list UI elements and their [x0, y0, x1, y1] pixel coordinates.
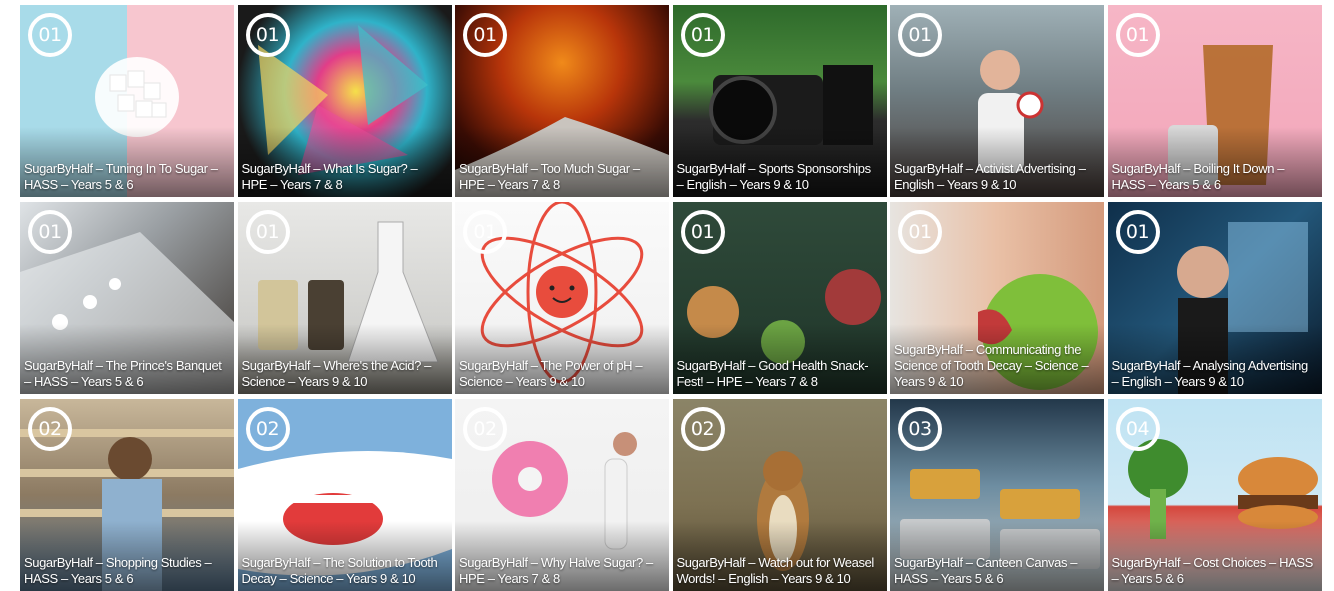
lesson-title[interactable]: SugarByHalf – The Power of pH – Science … [459, 358, 663, 390]
lesson-number-badge: 01 [1115, 13, 1160, 57]
lesson-tile[interactable]: 01 SugarByHalf – Boiling It Down – HASS … [1107, 5, 1322, 197]
lesson-title[interactable]: SugarByHalf – What Is Sugar? – HPE – Yea… [242, 161, 446, 193]
lesson-title[interactable]: SugarByHalf – Boiling It Down – HASS – Y… [1112, 161, 1316, 193]
lesson-title[interactable]: SugarByHalf – The Solution to Tooth Deca… [242, 555, 446, 587]
lesson-tile[interactable]: 01 SugarByHalf – Sports Sponsorships – E… [672, 5, 887, 197]
lesson-title[interactable]: SugarByHalf – Where's the Acid? – Scienc… [242, 358, 446, 390]
lesson-title[interactable]: SugarByHalf – Activist Advertising – Eng… [894, 161, 1098, 193]
lesson-tile[interactable]: 01 SugarByHalf – The Prince's Banquet – … [20, 202, 234, 394]
lesson-tile[interactable]: 04 SugarByHalf – Cost Choices – HASS – Y… [1107, 399, 1322, 591]
lesson-number-badge: 01 [28, 210, 72, 254]
lesson-number-badge: 01 [680, 13, 725, 57]
lesson-title[interactable]: SugarByHalf – Analysing Advertising – En… [1112, 358, 1316, 390]
lesson-tile[interactable]: 01 SugarByHalf – Communicating the Scien… [890, 202, 1104, 394]
lesson-title[interactable]: SugarByHalf – Sports Sponsorships – Engl… [677, 161, 881, 193]
lesson-title[interactable]: SugarByHalf – Watch out for Weasel Words… [677, 555, 881, 587]
lesson-grid: 01 SugarByHalf – Tuning In To Sugar – HA… [20, 5, 1322, 591]
lesson-tile[interactable]: 03 SugarByHalf – Canteen Canvas – HASS –… [890, 399, 1104, 591]
lesson-tile[interactable]: 01 SugarByHalf – Too Much Sugar – HPE – … [455, 5, 669, 197]
lesson-tile[interactable]: 01 SugarByHalf – What Is Sugar? – HPE – … [237, 5, 452, 197]
lesson-number-badge: 01 [898, 13, 942, 57]
lesson-number-badge: 02 [680, 407, 725, 451]
lesson-title[interactable]: SugarByHalf – Shopping Studies – HASS – … [24, 555, 228, 587]
lesson-title[interactable]: SugarByHalf – Too Much Sugar – HPE – Yea… [459, 161, 663, 193]
lesson-title[interactable]: SugarByHalf – The Prince's Banquet – HAS… [24, 358, 228, 390]
lesson-tile[interactable]: 01 SugarByHalf – Activist Advertising – … [890, 5, 1104, 197]
lesson-tile[interactable]: 01 SugarByHalf – Where's the Acid? – Sci… [237, 202, 452, 394]
lesson-title[interactable]: SugarByHalf – Good Health Snack-Fest! – … [677, 358, 881, 390]
lesson-number-badge: 04 [1115, 407, 1160, 451]
lesson-title[interactable]: SugarByHalf – Tuning In To Sugar – HASS … [24, 161, 228, 193]
lesson-number-badge: 01 [245, 210, 290, 254]
lesson-tile[interactable]: 02 SugarByHalf – Watch out for Weasel Wo… [672, 399, 887, 591]
lesson-title[interactable]: SugarByHalf – Cost Choices – HASS – Year… [1112, 555, 1316, 587]
lesson-tile[interactable]: 01 SugarByHalf – Tuning In To Sugar – HA… [20, 5, 234, 197]
lesson-number-badge: 01 [463, 13, 507, 57]
lesson-tile[interactable]: 02 SugarByHalf – Shopping Studies – HASS… [20, 399, 234, 591]
lesson-number-badge: 03 [898, 407, 942, 451]
lesson-tile[interactable]: 01 SugarByHalf – The Power of pH – Scien… [455, 202, 669, 394]
lesson-tile[interactable]: 02 SugarByHalf – Why Halve Sugar? – HPE … [455, 399, 669, 591]
lesson-number-badge: 02 [463, 407, 507, 451]
lesson-title[interactable]: SugarByHalf – Communicating the Science … [894, 342, 1098, 390]
lesson-number-badge: 01 [898, 210, 942, 254]
lesson-number-badge: 01 [245, 13, 290, 57]
lesson-title[interactable]: SugarByHalf – Why Halve Sugar? – HPE – Y… [459, 555, 663, 587]
lesson-number-badge: 01 [28, 13, 72, 57]
lesson-title[interactable]: SugarByHalf – Canteen Canvas – HASS – Ye… [894, 555, 1098, 587]
lesson-number-badge: 01 [1115, 210, 1160, 254]
lesson-number-badge: 01 [680, 210, 725, 254]
lesson-number-badge: 01 [463, 210, 507, 254]
lesson-tile[interactable]: 01 SugarByHalf – Analysing Advertising –… [1107, 202, 1322, 394]
lesson-tile[interactable]: 02 SugarByHalf – The Solution to Tooth D… [237, 399, 452, 591]
lesson-number-badge: 02 [28, 407, 72, 451]
lesson-number-badge: 02 [245, 407, 290, 451]
lesson-tile[interactable]: 01 SugarByHalf – Good Health Snack-Fest!… [672, 202, 887, 394]
